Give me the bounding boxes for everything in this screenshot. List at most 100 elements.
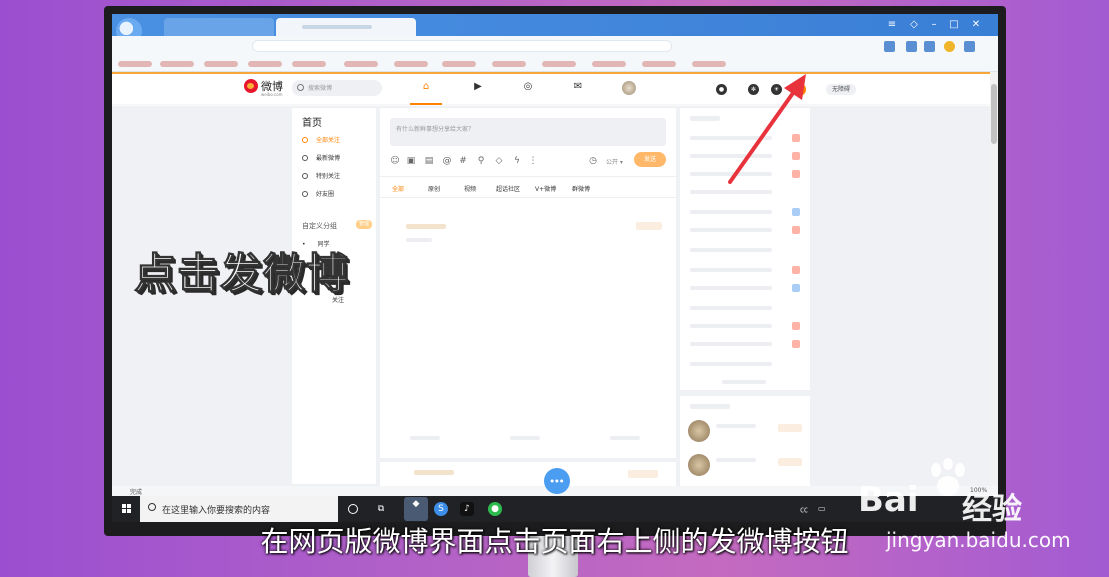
user-avatar[interactable] [622, 81, 636, 95]
schedule-icon[interactable]: ◷ [588, 156, 598, 166]
task-view-icon[interactable]: ⧉ [374, 502, 388, 516]
bookmark-item[interactable] [118, 61, 152, 67]
menu-icon[interactable]: ≡ [884, 17, 900, 33]
bookmark-item[interactable] [248, 61, 282, 67]
input-method-icon[interactable]: ㏄ [800, 504, 808, 515]
baidu-brand-text: Bai [858, 480, 919, 520]
left-nav-item-special[interactable]: 特别关注 [302, 172, 340, 182]
bookmark-item[interactable] [204, 61, 238, 67]
maximize-icon[interactable]: □ [946, 17, 962, 33]
download-icon[interactable] [964, 41, 975, 52]
recommend-follow-placeholder [778, 458, 802, 466]
network-icon[interactable]: ▭ [818, 504, 826, 513]
cortana-icon[interactable] [348, 504, 358, 514]
bookmarks-bar [112, 56, 998, 72]
manage-group-button[interactable]: 管理 [356, 220, 372, 229]
bookmark-item[interactable] [394, 61, 428, 67]
jingyan-url: jingyan.baidu.com [886, 528, 1071, 552]
bookmark-item[interactable] [642, 61, 676, 67]
feed-author-placeholder [406, 224, 446, 229]
feed-tab-group[interactable]: 群微博 [572, 184, 590, 193]
hot-item[interactable] [690, 340, 802, 348]
search-placeholder: 搜索微博 [308, 85, 333, 92]
wechat-icon[interactable]: ● [488, 502, 502, 516]
bookmark-item[interactable] [292, 61, 326, 67]
more-icon[interactable]: ⋮ [528, 156, 538, 166]
left-nav-item-all[interactable]: 全部关注 [302, 136, 340, 146]
taskbar-search-input[interactable]: 在这里输入你要搜索的内容 [140, 496, 338, 522]
feed-action-placeholder [410, 436, 440, 440]
bookmark-item[interactable] [592, 61, 626, 67]
browser-app-icon[interactable]: S [434, 502, 448, 516]
mail-icon[interactable]: ✉ [571, 80, 585, 94]
clock-icon [302, 155, 308, 161]
friends-icon [302, 191, 308, 197]
recommend-avatar[interactable] [688, 454, 710, 476]
status-text: 完成 [130, 489, 143, 496]
minimize-icon[interactable]: – [926, 17, 942, 33]
left-nav-item-friends[interactable]: 好友圈 [302, 190, 334, 200]
recommend-follow-placeholder [778, 424, 802, 432]
feed-tab-video[interactable]: 视频 [464, 184, 476, 193]
weibo-search-input[interactable]: 搜索微博 [292, 80, 382, 96]
hot-item[interactable] [690, 266, 802, 274]
hot-item[interactable] [690, 322, 802, 330]
home-icon[interactable]: ⌂ [419, 80, 433, 94]
windows-start-icon[interactable] [122, 504, 132, 514]
tab-title-placeholder [302, 25, 372, 29]
feed-tab-original[interactable]: 原创 [428, 184, 440, 193]
compose-input[interactable]: 有什么新鲜事想分享给大家？ [390, 118, 666, 146]
weibo-header: 微博 weibo.com 搜索微博 ⌂ ▶ ◎ ✉ ● ✻ ☀ ✎ 无障碍 [112, 72, 990, 105]
browser-tab-inactive[interactable] [164, 18, 274, 36]
hot-item[interactable] [690, 246, 802, 254]
hot-item[interactable] [690, 360, 802, 368]
left-nav-label: 好友圈 [316, 191, 335, 198]
image-icon[interactable]: ▣ [406, 156, 416, 166]
page-scrollbar[interactable] [990, 72, 998, 486]
feed-tab-all[interactable]: 全部 [392, 184, 404, 193]
mention-icon[interactable]: @ [442, 156, 452, 166]
bookmark-item[interactable] [492, 61, 526, 67]
chat-icon[interactable] [924, 41, 935, 52]
left-nav-item-latest[interactable]: 最新微博 [302, 154, 340, 164]
send-button[interactable]: 发送 [634, 152, 666, 167]
emoji-icon[interactable]: ☺ [390, 156, 400, 166]
note-icon[interactable] [906, 41, 917, 52]
coin-icon[interactable] [944, 41, 955, 52]
cut-icon[interactable] [884, 41, 895, 52]
feed-tab-supertopic[interactable]: 超话社区 [496, 184, 520, 193]
hot-item[interactable] [690, 208, 802, 216]
diamond-icon[interactable]: ◇ [494, 156, 504, 166]
address-bar [112, 36, 998, 56]
bookmark-item[interactable] [160, 61, 194, 67]
lightning-icon[interactable]: ϟ [512, 156, 522, 166]
weibo-logo-icon[interactable] [244, 79, 258, 93]
discover-icon[interactable]: ◎ [521, 80, 535, 94]
browser-tab-active[interactable] [276, 18, 416, 36]
hashtag-icon[interactable]: # [458, 156, 468, 166]
hot-item[interactable] [690, 304, 802, 312]
scroll-thumb[interactable] [991, 84, 997, 144]
hot-item[interactable] [690, 284, 802, 292]
floating-action-button[interactable]: ● ● ● [544, 468, 570, 494]
bookmark-item[interactable] [344, 61, 378, 67]
skin-icon[interactable]: ◇ [906, 17, 922, 33]
visibility-select[interactable]: 公开 ▾ [606, 157, 623, 166]
search-icon [297, 84, 304, 91]
recommend-avatar[interactable] [688, 420, 710, 442]
bookmark-item[interactable] [692, 61, 726, 67]
bookmark-item[interactable] [442, 61, 476, 67]
bookmark-item[interactable] [542, 61, 576, 67]
feed-tab-vplus[interactable]: V+微博 [535, 184, 556, 193]
accessibility-button[interactable]: 无障碍 [826, 84, 856, 95]
tiktok-icon[interactable]: ♪ [460, 502, 474, 516]
left-nav-label: 特别关注 [316, 173, 341, 180]
hot-item[interactable] [690, 226, 802, 234]
location-icon[interactable]: ⚲ [476, 156, 486, 166]
panel-title-placeholder [690, 116, 720, 121]
url-input[interactable] [252, 40, 672, 52]
video-icon[interactable]: ▶ [471, 80, 485, 94]
close-icon[interactable]: ✕ [968, 17, 984, 33]
video-upload-icon[interactable]: ▤ [424, 156, 434, 166]
app-icon-active[interactable]: ◆ [404, 497, 428, 521]
